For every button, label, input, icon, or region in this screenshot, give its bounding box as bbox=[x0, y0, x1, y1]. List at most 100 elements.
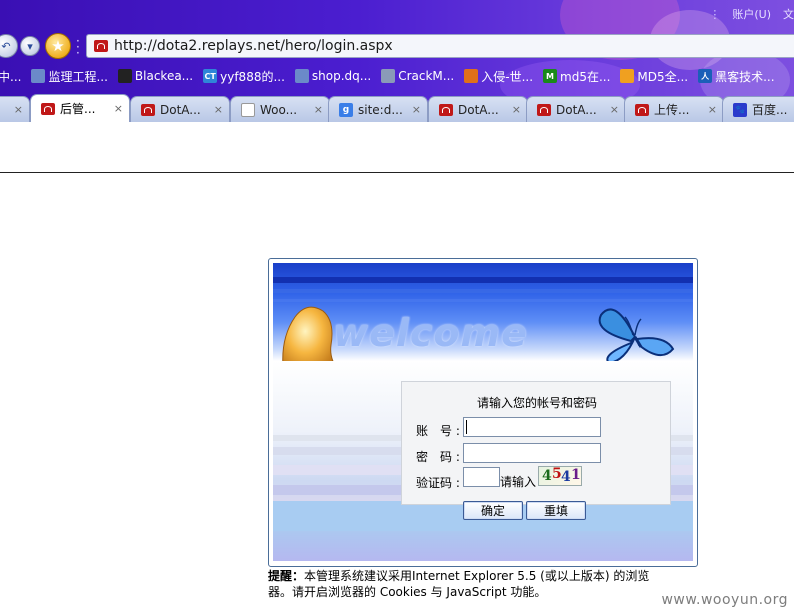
bookmark-item[interactable]: CT yyf888的... bbox=[203, 68, 285, 85]
bookmark-item[interactable]: 入侵-世... bbox=[464, 68, 533, 85]
site-favicon-icon bbox=[635, 103, 649, 116]
title-bar-extra[interactable]: 文 bbox=[783, 6, 794, 22]
star-icon: ★ bbox=[51, 37, 65, 55]
reset-button[interactable]: 重填 bbox=[526, 501, 586, 520]
browser-chrome: ⋮ 账户(U) 文 ↶ ▾ ★ · · · http://dota2.replays… bbox=[0, 0, 794, 124]
watermark: www.wooyun.org bbox=[661, 592, 788, 608]
navigation-bar: ↶ ▾ ★ · · · http://dota2.replays.net/hero/… bbox=[0, 32, 794, 62]
bookmarks-bar: 中... 监理工程... Blackea... CT yyf888的... shop.dq… bbox=[0, 64, 794, 88]
site-favicon-icon bbox=[41, 102, 55, 115]
captcha-label: 验证码 : bbox=[416, 476, 460, 490]
close-icon[interactable]: × bbox=[214, 103, 223, 116]
tab-label: Woo... bbox=[260, 102, 298, 117]
bookmark-label: shop.dq... bbox=[311, 69, 372, 83]
captcha-hint: 请输入 bbox=[500, 475, 537, 489]
login-form: 请输入您的帐号和密码 账 号 : 密 码 : 验证码 : 请输入 4 5 4 1 bbox=[401, 381, 671, 505]
tab[interactable]: × bbox=[0, 96, 30, 122]
tab[interactable]: g site:d... × bbox=[328, 96, 428, 122]
bookmark-item[interactable]: 中... bbox=[0, 68, 21, 85]
blank-page-icon bbox=[241, 102, 255, 117]
tab[interactable]: DotA... × bbox=[526, 96, 626, 122]
header-divider bbox=[0, 172, 794, 173]
close-icon[interactable]: × bbox=[610, 103, 619, 116]
tab[interactable]: 上传... × bbox=[624, 96, 724, 122]
banner-stripe bbox=[273, 277, 693, 283]
page-icon bbox=[294, 69, 309, 83]
tab-strip: × 后管... × DotA... × Woo... × g site:d... × DotA...… bbox=[0, 94, 794, 124]
menu-divider: ⋮ bbox=[709, 7, 721, 21]
text-caret bbox=[466, 420, 467, 434]
chevron-down-icon: ▾ bbox=[27, 39, 33, 53]
welcome-text: welcome bbox=[333, 311, 528, 355]
hacker-icon: 人 bbox=[698, 69, 713, 83]
tab-label: DotA... bbox=[160, 102, 201, 117]
bookmark-item[interactable]: Blackea... bbox=[117, 69, 193, 83]
google-icon: g bbox=[339, 102, 353, 117]
address-bar[interactable]: http://dota2.replays.net/hero/login.aspx bbox=[86, 34, 794, 58]
notice-line-1: 本管理系统建议采用Internet Explorer 5.5 (或以上版本) 的… bbox=[304, 569, 650, 583]
site-favicon-icon bbox=[439, 103, 453, 116]
url-text[interactable]: http://dota2.replays.net/hero/login.aspx bbox=[114, 38, 393, 54]
blackeagle-icon bbox=[117, 69, 132, 83]
page-icon bbox=[31, 69, 46, 83]
captcha-image[interactable]: 4 5 4 1 bbox=[538, 466, 582, 486]
bookmark-item[interactable]: Mmd5在... bbox=[543, 68, 610, 85]
captcha-char: 1 bbox=[571, 467, 581, 483]
close-icon[interactable]: × bbox=[512, 103, 521, 116]
site-favicon-icon bbox=[141, 103, 155, 116]
bookmark-item[interactable]: CrackM... bbox=[381, 69, 454, 83]
captcha-input[interactable] bbox=[463, 467, 500, 487]
bookmark-label: yyf888的... bbox=[220, 69, 285, 84]
bookmark-item[interactable]: 监理工程... bbox=[31, 68, 108, 85]
bookmark-label: 黑客技术... bbox=[715, 69, 775, 84]
account-label: 账 号 : bbox=[416, 424, 460, 438]
tab-label: 后管... bbox=[60, 102, 96, 116]
close-icon[interactable]: × bbox=[412, 103, 421, 116]
tab-label: site:d... bbox=[358, 102, 403, 117]
tab[interactable]: DotA... × bbox=[428, 96, 528, 122]
image-icon bbox=[381, 69, 396, 83]
close-icon[interactable]: × bbox=[314, 103, 323, 116]
close-icon[interactable]: × bbox=[708, 103, 717, 116]
captcha-char: 4 bbox=[561, 469, 571, 485]
bookmark-item[interactable]: MD5全... bbox=[620, 68, 688, 85]
back-button[interactable]: ↶ bbox=[0, 34, 18, 58]
site-favicon-icon bbox=[537, 103, 551, 116]
form-title: 请输入您的帐号和密码 bbox=[476, 396, 597, 410]
back-icon: ↶ bbox=[1, 39, 11, 53]
tab[interactable]: DotA... × bbox=[130, 96, 230, 122]
close-icon[interactable]: × bbox=[114, 102, 123, 115]
tab-strip-baseline bbox=[0, 122, 794, 124]
login-panel: welcome 请输入您的帐号和密码 账 号: 密 码: 验证码: 请输入… bbox=[268, 258, 698, 567]
bookmark-label: CrackM... bbox=[398, 69, 455, 83]
bookmark-item[interactable]: shop.dq... bbox=[294, 69, 372, 83]
captcha-char: 4 bbox=[542, 468, 552, 484]
baidu-icon: 🐾 bbox=[733, 102, 747, 117]
title-bar-menu: ⋮ 账户(U) 文 bbox=[709, 4, 794, 24]
account-menu[interactable]: 账户(U) bbox=[732, 6, 771, 22]
notice-line-2: 器。请开启浏览器的 Cookies 与 JavaScript 功能。 bbox=[268, 585, 547, 599]
notice-prefix: 提醒： bbox=[268, 569, 305, 583]
password-label: 密 码 : bbox=[416, 450, 460, 464]
history-dropdown-button[interactable]: ▾ bbox=[20, 36, 40, 56]
tab-active[interactable]: 后管... × bbox=[30, 94, 130, 122]
bookmark-label: MD5全... bbox=[637, 69, 689, 84]
account-input[interactable] bbox=[463, 417, 601, 437]
ct-icon: CT bbox=[203, 69, 218, 83]
tab-label: DotA... bbox=[556, 102, 597, 117]
tab-label: DotA... bbox=[458, 102, 499, 117]
bookmark-label: 入侵-世... bbox=[481, 69, 534, 84]
bookmark-item[interactable]: 人黑客技术... bbox=[698, 68, 775, 85]
tab[interactable]: Woo... × bbox=[230, 96, 330, 122]
bookmark-label: 监理工程... bbox=[48, 69, 108, 84]
toolbar-grip-icon: · · · bbox=[76, 34, 80, 60]
submit-button[interactable]: 确定 bbox=[463, 501, 523, 520]
login-banner: welcome bbox=[273, 263, 693, 380]
favorites-button[interactable]: ★ bbox=[45, 33, 71, 59]
close-icon[interactable]: × bbox=[14, 103, 23, 116]
md5-orange-icon bbox=[620, 69, 635, 83]
firefox-icon bbox=[464, 69, 479, 83]
password-input[interactable] bbox=[463, 443, 601, 463]
tab[interactable]: 🐾 百度... bbox=[722, 96, 794, 122]
bookmark-label: md5在... bbox=[560, 69, 611, 84]
